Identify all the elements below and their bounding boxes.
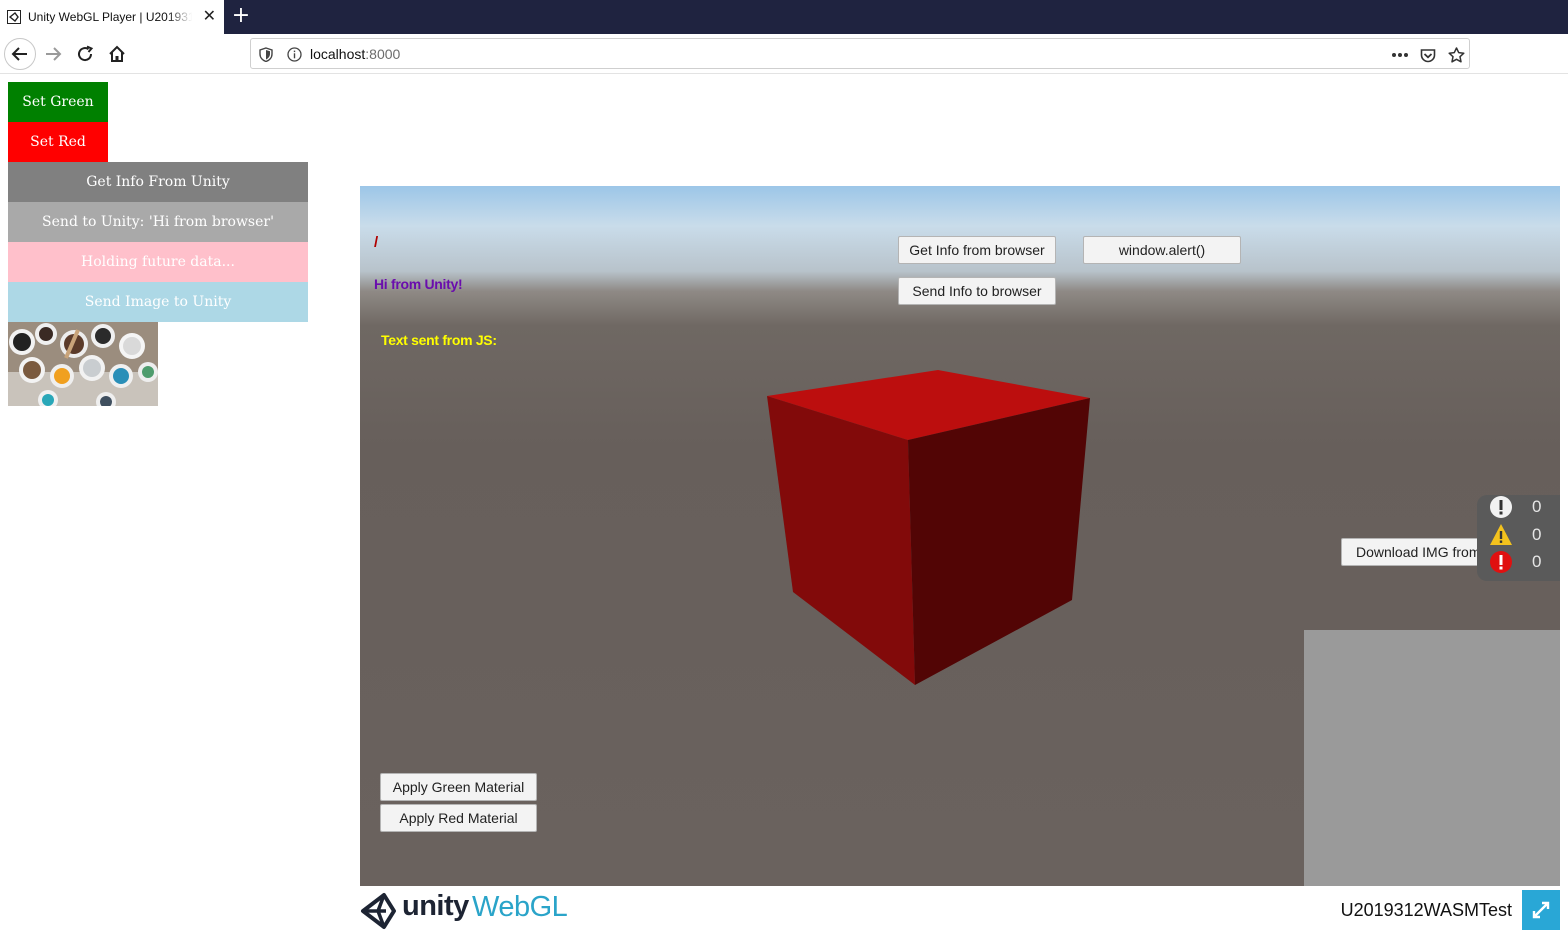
pocket-icon[interactable] bbox=[1418, 45, 1438, 65]
forward-button[interactable] bbox=[37, 38, 69, 70]
webgl-logo-text: WebGL bbox=[472, 891, 568, 923]
home-button[interactable] bbox=[101, 38, 133, 70]
send-to-unity-button[interactable]: Send to Unity: 'Hi from browser' bbox=[8, 202, 308, 242]
console-error-row: 0 bbox=[1489, 550, 1549, 574]
tab-bar: Unity WebGL Player | U2019312WASMTest ✕ … bbox=[0, 0, 1568, 34]
info-exclamation-icon bbox=[1490, 496, 1512, 518]
more-actions-icon[interactable] bbox=[1390, 45, 1410, 65]
arrow-left-icon bbox=[11, 47, 27, 61]
console-info-row: 0 bbox=[1489, 495, 1549, 519]
red-cube bbox=[767, 370, 1090, 685]
hi-from-unity-text: Hi from Unity! bbox=[374, 276, 463, 292]
window-alert-button[interactable]: window.alert() bbox=[1083, 236, 1241, 264]
unity-favicon-icon bbox=[6, 9, 22, 25]
get-info-from-browser-button[interactable]: Get Info from browser bbox=[898, 236, 1056, 264]
gray-panel bbox=[1304, 630, 1560, 886]
new-tab-button[interactable]: + bbox=[230, 4, 252, 30]
fullscreen-button[interactable] bbox=[1522, 890, 1560, 930]
set-red-button[interactable]: Set Red bbox=[8, 122, 108, 162]
set-green-button[interactable]: Set Green bbox=[8, 82, 108, 122]
reload-icon bbox=[78, 45, 94, 62]
fullscreen-expand-icon bbox=[1532, 901, 1550, 919]
console-info-count: 0 bbox=[1532, 497, 1542, 516]
paint-cans-image bbox=[8, 322, 158, 406]
tab-active[interactable]: Unity WebGL Player | U2019312WASMTest ✕ bbox=[0, 0, 224, 34]
tab-close-icon[interactable]: ✕ bbox=[203, 8, 216, 24]
app-title: U2019312WASMTest bbox=[1340, 900, 1512, 920]
holding-future-data-button[interactable]: Holding future data... bbox=[8, 242, 308, 282]
console-warning-row: 0 bbox=[1489, 523, 1549, 547]
console-counter-panel[interactable]: 0 0 0 bbox=[1477, 495, 1560, 581]
info-icon[interactable] bbox=[286, 46, 302, 62]
apply-red-material-button[interactable]: Apply Red Material bbox=[380, 804, 537, 832]
download-img-button[interactable]: Download IMG from bbox=[1341, 538, 1499, 566]
unity-logo-text: unity bbox=[402, 890, 469, 922]
tab-title: Unity WebGL Player | U2019312WASMTest bbox=[28, 10, 192, 24]
apply-green-material-button[interactable]: Apply Green Material bbox=[380, 773, 537, 801]
url-text: localhost:8000 bbox=[310, 46, 400, 62]
unity-footer: unity WebGL U2019312WASMTest bbox=[360, 886, 1560, 938]
arrow-right-icon bbox=[46, 47, 62, 61]
unity-slash-marker: / bbox=[374, 234, 378, 251]
reload-button[interactable] bbox=[69, 38, 101, 70]
warning-triangle-icon bbox=[1490, 524, 1512, 545]
console-error-count: 0 bbox=[1532, 552, 1542, 571]
get-info-from-unity-button[interactable]: Get Info From Unity bbox=[8, 162, 308, 202]
bookmark-star-icon[interactable] bbox=[1446, 45, 1466, 65]
console-warning-count: 0 bbox=[1532, 525, 1542, 544]
text-sent-from-js-label: Text sent from JS: bbox=[381, 332, 497, 348]
send-image-to-unity-button[interactable]: Send Image to Unity bbox=[8, 282, 308, 322]
url-host: localhost bbox=[310, 46, 366, 62]
unity-logo-icon bbox=[361, 893, 396, 929]
nav-bar: localhost:8000 bbox=[0, 34, 1568, 74]
home-icon bbox=[109, 45, 125, 62]
error-icon bbox=[1490, 551, 1512, 573]
url-bar[interactable]: localhost:8000 bbox=[250, 38, 1470, 69]
back-button[interactable] bbox=[4, 38, 36, 70]
send-info-to-browser-button[interactable]: Send Info to browser bbox=[898, 277, 1056, 305]
unity-canvas[interactable]: / Hi from Unity! Text sent from JS: Get … bbox=[360, 186, 1560, 886]
url-port: :8000 bbox=[365, 46, 401, 62]
shield-icon[interactable] bbox=[258, 46, 274, 62]
